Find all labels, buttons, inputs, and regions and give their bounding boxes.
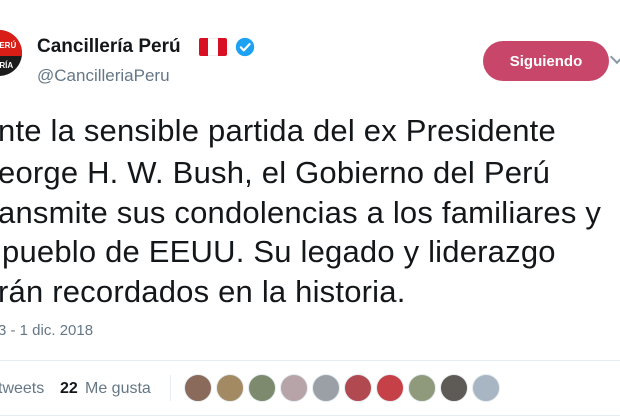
liker-avatar[interactable] xyxy=(376,374,404,402)
stats-separator xyxy=(170,375,171,401)
chevron-down-icon[interactable] xyxy=(609,49,620,65)
liker-avatar[interactable] xyxy=(216,374,244,402)
avatar-text-top: PERÚ xyxy=(0,41,17,50)
liker-avatar[interactable] xyxy=(248,374,276,402)
liker-avatar[interactable] xyxy=(312,374,340,402)
liker-avatar[interactable] xyxy=(472,374,500,402)
account-avatar[interactable]: PERÚ ERÍA xyxy=(0,30,22,76)
tweet-text-line-4: pueblo de EEUU. Su legado y liderazgo xyxy=(2,234,556,269)
tweet-text-line-2: eorge H. W. Bush, el Gobierno del Perú xyxy=(0,155,551,190)
avatar-text-bottom: ERÍA xyxy=(0,61,14,70)
account-name[interactable]: Cancillería Perú xyxy=(37,36,181,58)
tweet-timestamp[interactable]: 3 - 1 dic. 2018 xyxy=(0,322,93,339)
tweet-text-line-3: ansmite sus condolencias a los familiare… xyxy=(0,195,602,230)
likes-label[interactable]: Me gusta xyxy=(85,380,151,398)
account-handle[interactable]: @CancilleriaPeru xyxy=(37,66,170,86)
verified-badge-icon xyxy=(235,37,255,57)
divider xyxy=(0,360,620,361)
liker-avatar[interactable] xyxy=(408,374,436,402)
tweet-text-line-5: rán recordados en la historia. xyxy=(0,274,406,309)
tweet-text-line-1: nte la sensible partida del ex President… xyxy=(0,113,556,148)
liker-avatar[interactable] xyxy=(184,374,212,402)
liker-avatar[interactable] xyxy=(440,374,468,402)
divider xyxy=(0,415,620,416)
peru-flag-icon xyxy=(199,38,227,56)
retweets-label[interactable]: tweets xyxy=(0,380,44,398)
liker-avatar[interactable] xyxy=(280,374,308,402)
likes-count[interactable]: 22 xyxy=(60,380,78,398)
following-button[interactable]: Siguiendo xyxy=(483,41,609,81)
liker-avatar[interactable] xyxy=(344,374,372,402)
